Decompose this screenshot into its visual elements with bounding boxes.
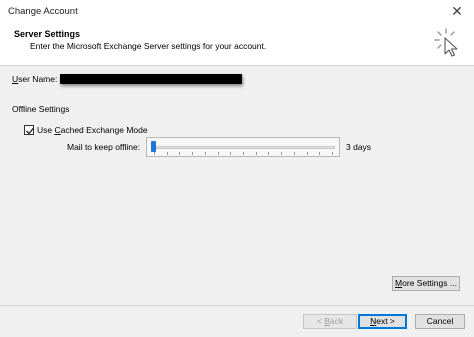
slider-tick — [154, 152, 155, 155]
user-name-redaction — [60, 74, 242, 84]
user-name-label: User Name: — [12, 74, 58, 84]
cursor-click-icon — [434, 28, 458, 57]
mail-offline-slider[interactable] — [146, 137, 340, 157]
cached-mode-label[interactable]: Use Cached Exchange Mode — [37, 125, 148, 135]
title-bar: Change Account ✕ — [0, 0, 474, 24]
slider-tick — [293, 152, 295, 155]
slider-tick — [332, 152, 333, 155]
cancel-button[interactable]: Cancel — [415, 314, 465, 329]
back-button[interactable]: < Back — [303, 314, 357, 329]
offline-settings-label: Offline Settings — [12, 104, 70, 114]
slider-tick — [192, 152, 194, 155]
slider-tick — [255, 152, 257, 155]
header-panel: Server Settings Enter the Microsoft Exch… — [0, 24, 474, 66]
slider-tick — [243, 152, 244, 155]
window-title: Change Account — [8, 6, 78, 17]
close-icon[interactable]: ✕ — [448, 2, 466, 20]
slider-tick — [204, 152, 206, 155]
slider-track — [151, 146, 335, 149]
mail-offline-value: 3 days — [346, 142, 372, 152]
checkmark-icon — [26, 127, 35, 135]
slider-ticks — [154, 152, 333, 156]
more-settings-button[interactable]: More Settings ... — [392, 276, 460, 291]
slider-tick — [230, 152, 232, 155]
slider-tick — [166, 152, 168, 155]
slider-tick — [281, 152, 283, 155]
slider-tick — [306, 152, 308, 155]
slider-tick — [217, 152, 219, 155]
slider-tick — [268, 152, 270, 155]
cached-mode-checkbox[interactable] — [24, 125, 35, 135]
slider-thumb[interactable] — [151, 141, 156, 152]
next-button[interactable]: Next > — [358, 314, 407, 329]
mail-offline-label: Mail to keep offline: — [67, 142, 141, 152]
slider-tick — [319, 152, 321, 155]
header-subtitle: Enter the Microsoft Exchange Server sett… — [30, 41, 267, 51]
header-title: Server Settings — [14, 29, 81, 39]
slider-tick — [179, 152, 181, 155]
footer-separator — [0, 305, 474, 306]
